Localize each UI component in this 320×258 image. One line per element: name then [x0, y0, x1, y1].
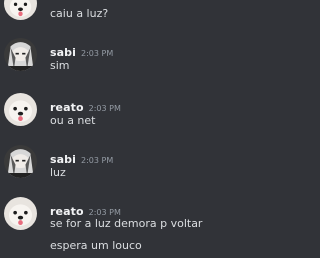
username[interactable]: sabi	[50, 46, 76, 59]
timestamp: 2:03 PM	[88, 104, 121, 113]
message-text: luz	[50, 166, 66, 179]
message-header: sabi 2:03 PM	[50, 41, 114, 59]
timestamp: 2:03 PM	[81, 156, 114, 165]
timestamp: 2:03 PM	[88, 208, 121, 217]
username[interactable]: sabi	[50, 153, 76, 166]
timestamp: 2:03 PM	[81, 49, 114, 58]
message-text: caiu a luz?	[50, 7, 109, 20]
message-text: se for a luz demora p voltar	[50, 217, 203, 230]
message-header: reato 2:03 PM	[50, 96, 121, 114]
dog-avatar-icon[interactable]	[4, 93, 37, 126]
anime-avatar-icon[interactable]	[4, 38, 37, 71]
username[interactable]: reato	[50, 101, 84, 114]
dog-avatar-icon[interactable]	[4, 197, 37, 230]
chat-message-list: caiu a luz? sabi 2:03 PM sim reato 2:03 …	[0, 0, 241, 258]
anime-avatar-icon[interactable]	[4, 145, 37, 178]
message-header: reato 2:03 PM	[50, 200, 121, 218]
dog-avatar-icon[interactable]	[4, 0, 37, 20]
message-text: espera um louco	[50, 239, 142, 252]
message-header: sabi 2:03 PM	[50, 148, 114, 166]
message-text: sim	[50, 59, 70, 72]
message-text: ou a net	[50, 114, 96, 127]
